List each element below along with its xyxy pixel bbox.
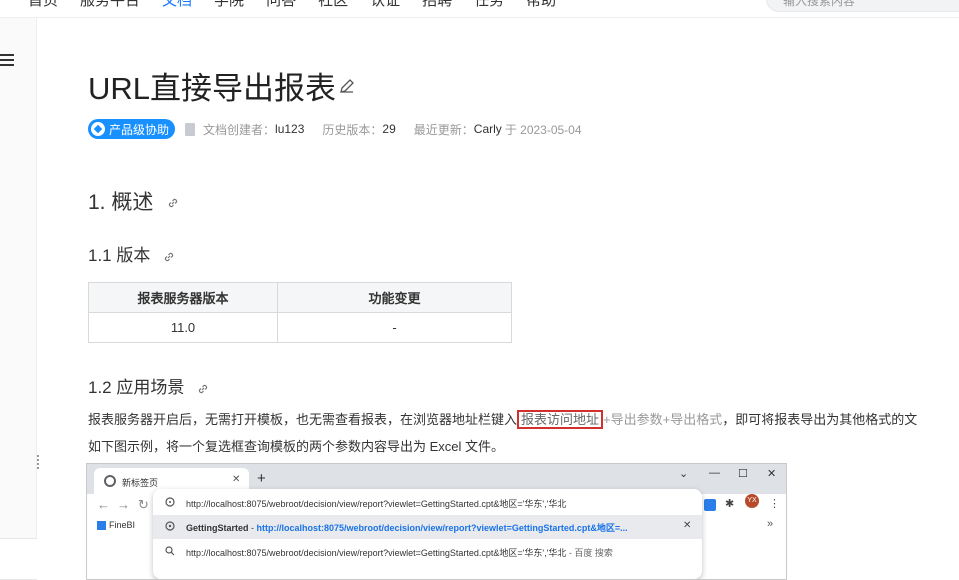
omnibox-suggestion: GettingStarted - http://localhost:8075/w… (153, 515, 702, 539)
nav-item-help[interactable]: 帮助 (526, 0, 556, 10)
document-icon (185, 122, 196, 136)
chevron-down-icon: ⌄ (679, 468, 689, 480)
menu-icon[interactable] (0, 54, 14, 66)
drag-handle-icon[interactable] (37, 455, 41, 471)
nav-item-community[interactable]: 社区 (318, 0, 348, 10)
table-cell: 11.0 (88, 312, 278, 343)
search-input[interactable]: 输入搜索内容 (766, 0, 959, 12)
top-navigation: 首页 服务平台 文档 学院 问答 社区 认证 招聘 任务 帮助 输入搜索内容 (0, 0, 959, 18)
section-heading-overview: 1. 概述 (88, 186, 179, 216)
back-icon: ← (97, 497, 110, 512)
history-label: 历史版本： (322, 122, 383, 137)
example-paragraph: 如下图示例，将一个复选框查询模板的两个参数内容导出为 Excel 文件。 (88, 439, 505, 454)
nav-item-cert[interactable]: 认证 (370, 0, 400, 10)
minimize-icon: — (709, 467, 720, 479)
suggestion-title: GettingStarted (186, 523, 249, 533)
link-icon[interactable] (197, 383, 209, 395)
cube-icon (91, 122, 105, 136)
nav-items: 首页 服务平台 文档 学院 问答 社区 认证 招聘 任务 帮助 (28, 0, 556, 10)
omnibox-dropdown: http://localhost:8075/webroot/decision/v… (153, 489, 702, 579)
nav-item-academy[interactable]: 学院 (214, 0, 244, 10)
section-heading-version: 1.1 版本 (88, 241, 175, 266)
paragraph-text: ，即可将报表导出为其他格式的文 (722, 412, 918, 427)
heading-text: 1.2 应用场景 (88, 378, 185, 397)
edit-icon[interactable] (339, 78, 355, 94)
section-heading-scenario: 1.2 应用场景 (88, 373, 209, 398)
table-cell: - (277, 312, 512, 343)
close-icon: ✕ (232, 474, 241, 485)
paragraph-text: 报表服务器开启后，无需打开模板，也无需查看报表，在浏览器地址栏键入 (88, 412, 518, 427)
bookmark-finebi: FineBI (97, 520, 135, 530)
extension-icon (704, 499, 716, 511)
table-header: 功能变更 (277, 282, 512, 313)
puzzle-icon: ✱ (725, 498, 735, 510)
link-icon[interactable] (163, 251, 175, 263)
paragraph-muted: +导出参数+导出格式 (603, 412, 723, 427)
more-vert-icon: ⋮ (769, 498, 780, 510)
link-icon[interactable] (167, 197, 179, 209)
search-placeholder: 输入搜索内容 (783, 0, 856, 8)
table-header: 报表服务器版本 (88, 282, 278, 313)
tab-label: 新标签页 (122, 478, 159, 488)
nav-item-home[interactable]: 首页 (28, 0, 58, 10)
example-screenshot: 新标签页 ✕ + ⌄ — ☐ ✕ ← → ↻ ✱ ⋮ YX FineBI » h… (86, 463, 787, 580)
history-count[interactable]: 29 (382, 122, 395, 136)
nav-item-qa[interactable]: 问答 (266, 0, 296, 10)
table-header-row: 报表服务器版本 功能变更 (88, 282, 512, 313)
new-tab-button: + (257, 470, 266, 487)
updated-label: 最近更新： (413, 122, 474, 137)
table-row: 11.0 - (88, 312, 512, 343)
info-icon (165, 497, 175, 507)
bookmarks-more: » (767, 518, 774, 530)
reload-icon: ↻ (138, 497, 149, 512)
updated-by[interactable]: Carly (474, 122, 502, 136)
omnibox-search-suggestion: http://localhost:8075/webroot/decision/v… (153, 540, 702, 564)
updated-date: 于 2023-05-04 (504, 122, 582, 137)
page-title: URL直接导出报表 (88, 71, 337, 106)
window-close-icon: ✕ (767, 468, 777, 480)
heading-text: 1. 概述 (88, 191, 154, 214)
product-badge[interactable]: 产品级协助 (88, 119, 176, 139)
doc-meta: 产品级协助 文档创建者： lu123 历史版本： 29 最近更新： Carly … (88, 119, 582, 139)
maximize-icon: ☐ (738, 468, 748, 480)
search-icon (165, 546, 175, 556)
version-table: 报表服务器版本 功能变更 11.0 - (88, 282, 512, 343)
avatar: YX (745, 494, 759, 508)
scenario-paragraph: 报表服务器开启后，无需打开模板，也无需查看报表，在浏览器地址栏键入 报表访问地址 +… (88, 410, 917, 430)
nav-item-tasks[interactable]: 任务 (474, 0, 504, 10)
remove-suggestion-icon: ✕ (683, 520, 692, 531)
sidebar-bottom-panel (0, 538, 37, 580)
globe-icon (104, 475, 116, 487)
left-sidebar (0, 18, 37, 580)
nav-item-jobs[interactable]: 招聘 (422, 0, 452, 10)
omnibox-input: http://localhost:8075/webroot/decision/v… (153, 491, 702, 515)
badge-label: 产品级协助 (109, 122, 170, 137)
creator-label: 文档创建者： (203, 122, 276, 137)
forward-icon: → (117, 497, 130, 512)
suggestion-url: http://localhost:8075/webroot/decision/v… (256, 523, 628, 533)
omnibox-text: http://localhost:8075/webroot/decision/v… (186, 499, 567, 509)
nav-item-service[interactable]: 服务平台 (80, 0, 140, 10)
globe-icon (165, 521, 175, 531)
nav-item-docs[interactable]: 文档 (162, 0, 192, 10)
heading-text: 1.1 版本 (88, 246, 151, 265)
highlighted-term: 报表访问地址 (517, 410, 604, 429)
creator-name[interactable]: lu123 (275, 122, 304, 136)
